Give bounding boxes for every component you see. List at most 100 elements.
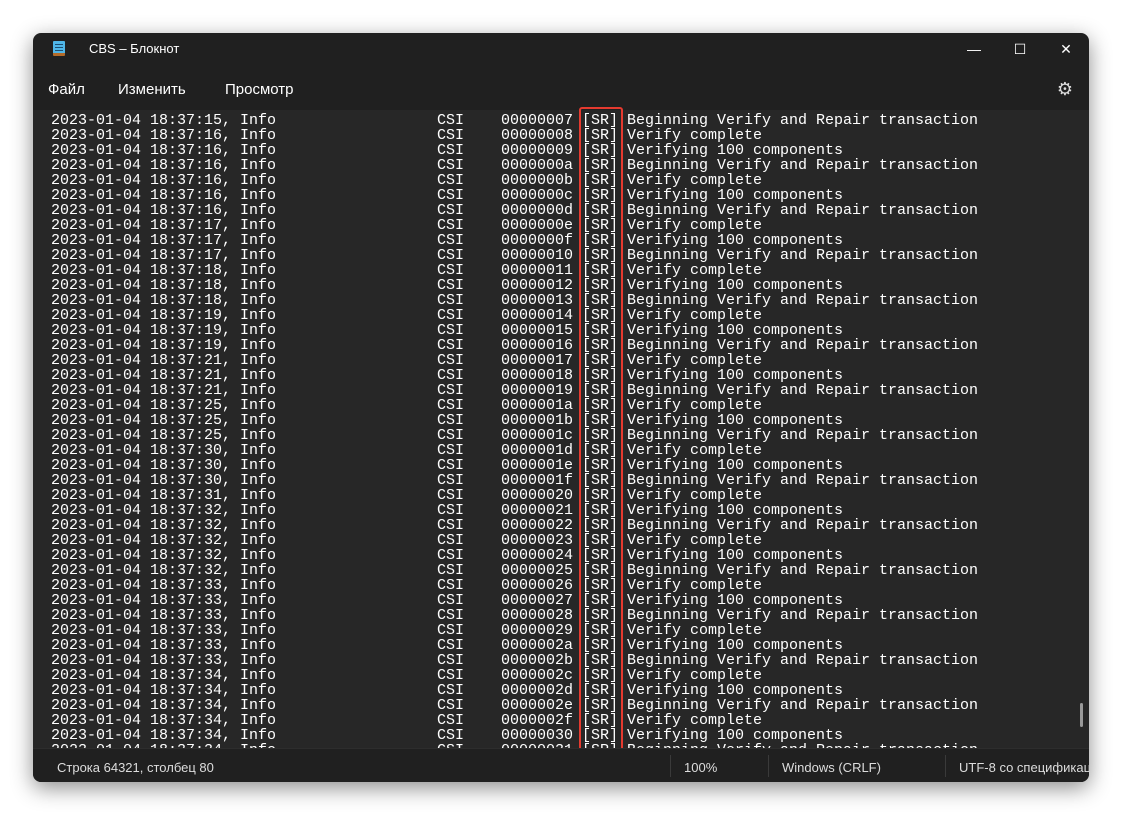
log-id: 00000030 [501, 727, 574, 744]
log-line: 2023-01-04 18:37:33, Info CSI 00000026 [SR]… [33, 578, 1089, 593]
zoom-level: 100% [684, 760, 718, 775]
log-timestamp-level: 2023-01-04 18:37:33, Info [51, 592, 277, 609]
log-timestamp-level: 2023-01-04 18:37:19, Info [51, 337, 277, 354]
log-timestamp-level: 2023-01-04 18:37:32, Info [51, 547, 277, 564]
encoding: UTF-8 со спецификацией [959, 760, 1089, 775]
log-timestamp-level: 2023-01-04 18:37:17, Info [51, 232, 277, 249]
log-line: 2023-01-04 18:37:18, Info CSI 00000011 [SR]… [33, 263, 1089, 278]
log-timestamp-level: 2023-01-04 18:37:34, Info [51, 667, 277, 684]
log-id: 0000001b [501, 412, 574, 429]
log-message: Beginning Verify and Repair transaction [627, 157, 979, 174]
log-timestamp-level: 2023-01-04 18:37:16, Info [51, 127, 277, 144]
log-timestamp-level: 2023-01-04 18:37:33, Info [51, 607, 277, 624]
menu-edit[interactable]: Изменить [118, 81, 186, 98]
gear-icon[interactable]: ⚙ [1057, 79, 1073, 100]
close-button[interactable]: ✕ [1043, 33, 1089, 65]
log-line: 2023-01-04 18:37:16, Info CSI 00000009 [SR]… [33, 143, 1089, 158]
log-message: Verifying 100 components [627, 547, 844, 564]
log-source: CSI [437, 382, 465, 399]
log-source: CSI [437, 322, 465, 339]
log-timestamp-level: 2023-01-04 18:37:18, Info [51, 292, 277, 309]
log-id: 00000018 [501, 367, 574, 384]
line-endings: Windows (CRLF) [782, 760, 881, 775]
log-message: Beginning Verify and Repair transaction [627, 697, 979, 714]
log-message: Beginning Verify and Repair transaction [627, 652, 979, 669]
menu-view[interactable]: Просмотр [225, 81, 294, 98]
menu-file[interactable]: Файл [48, 81, 85, 98]
log-message: Verify complete [627, 217, 763, 234]
log-timestamp-level: 2023-01-04 18:37:31, Info [51, 487, 277, 504]
notepad-icon [53, 41, 65, 56]
window-title: CBS – Блокнот [89, 41, 180, 56]
log-timestamp-level: 2023-01-04 18:37:18, Info [51, 277, 277, 294]
log-source: CSI [437, 292, 465, 309]
log-id: 0000002b [501, 652, 574, 669]
log-message: Verifying 100 components [627, 457, 844, 474]
log-source: CSI [437, 172, 465, 189]
log-line: 2023-01-04 18:37:34, Info CSI 0000002d [SR]… [33, 683, 1089, 698]
log-source: CSI [437, 142, 465, 159]
log-line: 2023-01-04 18:37:16, Info CSI 0000000b [SR]… [33, 173, 1089, 188]
log-timestamp-level: 2023-01-04 18:37:33, Info [51, 622, 277, 639]
log-timestamp-level: 2023-01-04 18:37:19, Info [51, 322, 277, 339]
log-id: 00000017 [501, 352, 574, 369]
log-line: 2023-01-04 18:37:32, Info CSI 00000023 [SR]… [33, 533, 1089, 548]
log-line: 2023-01-04 18:37:19, Info CSI 00000016 [SR]… [33, 338, 1089, 353]
log-id: 00000023 [501, 532, 574, 549]
log-id: 00000007 [501, 112, 574, 129]
log-line: 2023-01-04 18:37:16, Info CSI 00000008 [SR]… [33, 128, 1089, 143]
log-message: Verifying 100 components [627, 637, 844, 654]
log-id: 00000027 [501, 592, 574, 609]
sr-column-highlight [579, 107, 623, 757]
log-timestamp-level: 2023-01-04 18:37:32, Info [51, 562, 277, 579]
log-id: 0000000a [501, 157, 574, 174]
log-line: 2023-01-04 18:37:25, Info CSI 0000001b [SR]… [33, 413, 1089, 428]
log-id: 00000008 [501, 127, 574, 144]
vertical-scrollbar[interactable] [1080, 703, 1083, 727]
log-message: Beginning Verify and Repair transaction [627, 247, 979, 264]
log-source: CSI [437, 577, 465, 594]
log-id: 00000022 [501, 517, 574, 534]
log-timestamp-level: 2023-01-04 18:37:21, Info [51, 382, 277, 399]
log-source: CSI [437, 727, 465, 744]
log-id: 0000000e [501, 217, 574, 234]
log-line: 2023-01-04 18:37:33, Info CSI 00000029 [SR]… [33, 623, 1089, 638]
log-message: Verify complete [627, 352, 763, 369]
log-message: Verifying 100 components [627, 277, 844, 294]
log-source: CSI [437, 157, 465, 174]
log-id: 00000012 [501, 277, 574, 294]
log-source: CSI [437, 652, 465, 669]
log-id: 00000015 [501, 322, 574, 339]
log-id: 00000025 [501, 562, 574, 579]
log-id: 00000013 [501, 292, 574, 309]
log-message: Beginning Verify and Repair transaction [627, 382, 979, 399]
log-message: Verify complete [627, 667, 763, 684]
log-source: CSI [437, 112, 465, 129]
log-timestamp-level: 2023-01-04 18:37:33, Info [51, 637, 277, 654]
minimize-button[interactable]: — [951, 33, 997, 65]
log-source: CSI [437, 202, 465, 219]
maximize-button[interactable]: ☐ [997, 33, 1043, 65]
log-timestamp-level: 2023-01-04 18:37:30, Info [51, 457, 277, 474]
log-message: Beginning Verify and Repair transaction [627, 112, 979, 129]
log-source: CSI [437, 562, 465, 579]
log-message: Beginning Verify and Repair transaction [627, 472, 979, 489]
log-timestamp-level: 2023-01-04 18:37:16, Info [51, 157, 277, 174]
log-source: CSI [437, 427, 465, 444]
log-source: CSI [437, 337, 465, 354]
log-id: 00000019 [501, 382, 574, 399]
log-id: 0000000c [501, 187, 574, 204]
log-line: 2023-01-04 18:37:33, Info CSI 0000002b [SR]… [33, 653, 1089, 668]
log-source: CSI [437, 502, 465, 519]
log-timestamp-level: 2023-01-04 18:37:19, Info [51, 307, 277, 324]
log-source: CSI [437, 367, 465, 384]
log-timestamp-level: 2023-01-04 18:37:32, Info [51, 502, 277, 519]
log-line: 2023-01-04 18:37:30, Info CSI 0000001e [SR]… [33, 458, 1089, 473]
log-id: 0000002d [501, 682, 574, 699]
text-editor[interactable]: 2023-01-04 18:37:34, InfoCSI00000031[SR]… [33, 110, 1089, 748]
log-id: 0000002e [501, 697, 574, 714]
log-id: 00000024 [501, 547, 574, 564]
log-message: Verifying 100 components [627, 682, 844, 699]
log-source: CSI [437, 352, 465, 369]
log-line: 2023-01-04 18:37:16, Info CSI 0000000d [SR]… [33, 203, 1089, 218]
